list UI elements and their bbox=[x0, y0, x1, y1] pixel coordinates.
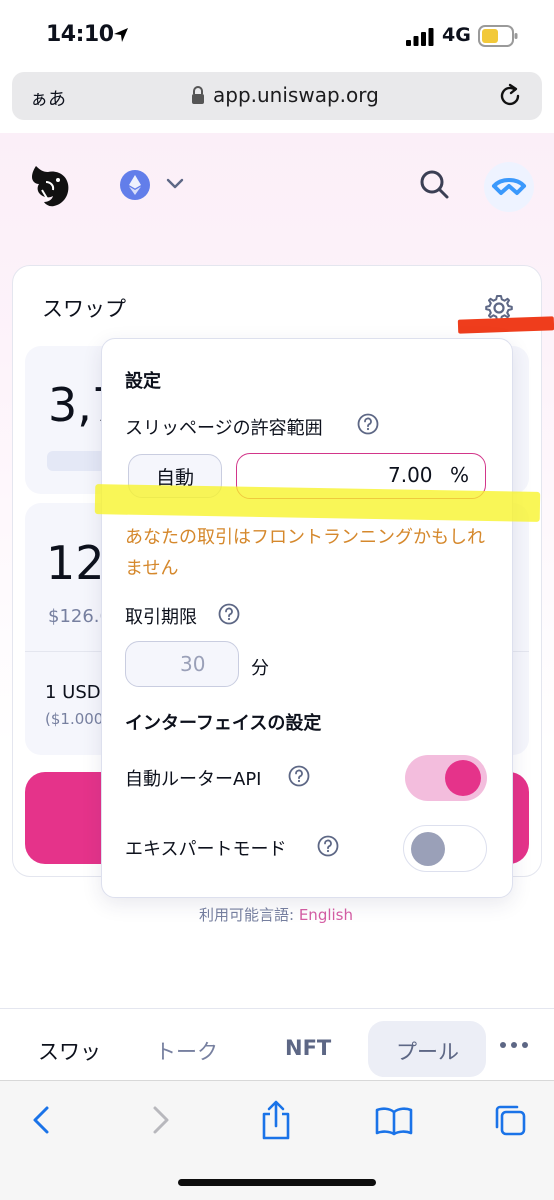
language-prefix: 利用可能言語: bbox=[199, 906, 299, 924]
uniswap-logo-icon[interactable] bbox=[28, 160, 74, 210]
frontrun-warning: あなたの取引はフロントランニングかもしれません bbox=[125, 527, 485, 579]
question-icon[interactable] bbox=[288, 765, 310, 787]
percent-sign: % bbox=[450, 463, 470, 487]
deadline-label: 取引期限 bbox=[125, 607, 197, 628]
output-amount[interactable]: 12 bbox=[46, 536, 105, 590]
more-icon[interactable] bbox=[499, 1040, 529, 1050]
signal-icon bbox=[406, 28, 434, 46]
expert-mode-label: エキスパートモード bbox=[125, 839, 287, 860]
wallet-connect-button[interactable] bbox=[484, 162, 534, 212]
url-text[interactable]: app.uniswap.org bbox=[213, 83, 379, 107]
slippage-value[interactable]: 7.00 bbox=[388, 463, 433, 487]
ethereum-network-icon[interactable] bbox=[120, 170, 150, 200]
location-arrow-icon bbox=[114, 28, 128, 42]
loading-placeholder bbox=[47, 451, 107, 471]
nav-pool[interactable]: プール bbox=[396, 1036, 459, 1066]
bookmarks-icon[interactable] bbox=[375, 1106, 413, 1136]
question-icon[interactable] bbox=[317, 835, 339, 857]
exchange-rate[interactable]: 1 USD bbox=[45, 682, 101, 703]
nav-swap[interactable]: スワッ bbox=[38, 1036, 101, 1066]
chevron-down-icon[interactable] bbox=[166, 177, 184, 191]
settings-title: 設定 bbox=[125, 371, 161, 392]
deadline-unit: 分 bbox=[251, 658, 269, 679]
nav-tokens[interactable]: トーク bbox=[155, 1036, 218, 1066]
reload-icon[interactable] bbox=[497, 83, 523, 109]
reader-text-size-button[interactable]: ぁあ bbox=[30, 85, 66, 111]
english-link[interactable]: English bbox=[299, 906, 353, 924]
home-indicator bbox=[178, 1179, 376, 1186]
status-time: 14:10 bbox=[46, 22, 114, 47]
swap-title: スワップ bbox=[42, 297, 126, 321]
interface-settings-title: インターフェイスの設定 bbox=[125, 713, 322, 734]
question-icon[interactable] bbox=[357, 413, 379, 435]
language-line: 利用可能言語: English bbox=[199, 904, 353, 925]
walletconnect-icon bbox=[492, 178, 526, 195]
back-icon[interactable] bbox=[30, 1105, 52, 1135]
nav-nft[interactable]: NFT bbox=[285, 1036, 331, 1060]
deadline-value[interactable]: 30 bbox=[180, 652, 205, 676]
slippage-label: スリッページの許容範囲 bbox=[125, 418, 323, 439]
search-icon[interactable] bbox=[418, 168, 450, 200]
battery-icon bbox=[478, 25, 518, 47]
exchange-rate-usd: ($1.000 bbox=[45, 710, 104, 728]
lock-icon bbox=[192, 86, 204, 104]
tabs-icon[interactable] bbox=[493, 1103, 527, 1137]
share-icon[interactable] bbox=[259, 1100, 293, 1140]
auto-router-label: 自動ルーターAPI bbox=[125, 769, 262, 790]
forward-icon[interactable] bbox=[150, 1105, 172, 1135]
network-type: 4G bbox=[442, 24, 471, 46]
toggle-knob-on[interactable] bbox=[445, 760, 481, 796]
toggle-knob-off[interactable] bbox=[411, 832, 445, 866]
question-icon[interactable] bbox=[218, 603, 240, 625]
